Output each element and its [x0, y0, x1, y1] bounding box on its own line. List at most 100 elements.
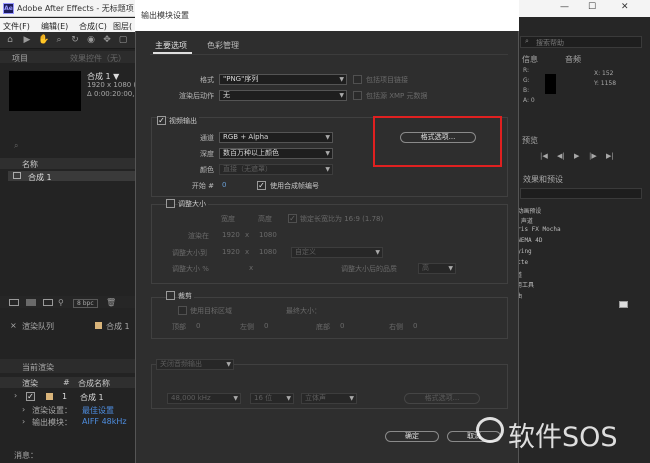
highlight-annotation-box	[373, 116, 502, 167]
menu-file[interactable]: 文件(F)	[3, 21, 30, 32]
menu-edit[interactable]: 编辑(E)	[41, 21, 68, 32]
crop-left-value[interactable]: 0	[264, 322, 268, 330]
resize-checkbox[interactable]	[166, 199, 175, 208]
chevron-down-icon: ▼	[339, 76, 344, 83]
mask-tool-icon[interactable]: ▢	[118, 35, 128, 45]
output-module-link[interactable]: AIFF 48kHz	[82, 417, 127, 426]
audio-bits-dropdown[interactable]: 16 位 ▼	[250, 393, 294, 404]
render-item-checkbox[interactable]: ✓	[26, 392, 35, 401]
play-icon[interactable]: ▶	[574, 152, 579, 160]
watermark-logo-icon	[476, 417, 504, 443]
dialog-title-bar	[135, 0, 519, 31]
project-tab[interactable]: 项目	[12, 53, 28, 64]
interpret-footage-icon[interactable]	[9, 299, 19, 306]
hand-tool-icon[interactable]: ✋	[38, 35, 49, 45]
effects-presets-tab[interactable]: 效果和预设	[523, 174, 563, 185]
crop-bottom-value[interactable]: 0	[340, 322, 344, 330]
color-dropdown[interactable]: 直接（无遮罩） ▼	[219, 164, 333, 175]
effects-search-field[interactable]	[520, 188, 642, 199]
chevron-down-icon: ▼	[233, 395, 238, 402]
menu-layer[interactable]: 图层(	[113, 21, 132, 32]
ok-button[interactable]: 确定	[385, 431, 439, 442]
resize-to-width[interactable]: 1920	[222, 248, 240, 256]
audio-format-options-button[interactable]: 格式选项...	[404, 393, 480, 404]
audio-channels-dropdown[interactable]: 立体声 ▼	[301, 393, 357, 404]
prev-frame-icon[interactable]: ◀|	[557, 152, 565, 160]
next-frame-icon[interactable]: |▶	[589, 152, 597, 160]
post-render-dropdown[interactable]: 无 ▼	[219, 90, 347, 101]
depth-dropdown[interactable]: 数百万种以上颜色 ▼	[219, 148, 333, 159]
color-label: 颜色	[200, 166, 214, 174]
tab-color-management[interactable]: 色彩管理	[207, 40, 239, 51]
help-search-placeholder: 搜索帮助	[536, 39, 564, 47]
crop-top-value[interactable]: 0	[196, 322, 200, 330]
help-search-icon: ⌕	[525, 37, 529, 45]
lock-aspect-checkbox[interactable]: ✓	[288, 214, 297, 223]
comp-thumbnail	[9, 71, 81, 111]
output-module-label: 输出模块：	[32, 418, 72, 427]
comp-name-column-header: 合成名称	[78, 379, 110, 388]
chevron-down-icon: ▼	[286, 395, 291, 402]
tab-main-options[interactable]: 主要选项	[155, 40, 187, 51]
output-module-expand-icon[interactable]: ›	[22, 417, 25, 426]
effect-controls-tab[interactable]: 效果控件（无）	[70, 53, 126, 64]
rotate-tool-icon[interactable]: ↻	[70, 35, 80, 45]
new-composition-icon[interactable]	[43, 299, 53, 306]
zoom-tool-icon[interactable]: ⌕	[54, 35, 64, 45]
home-icon[interactable]: ⌂	[5, 35, 15, 45]
column-name-header[interactable]: 名称	[22, 159, 38, 170]
start-number-label: 开始 #	[191, 182, 214, 190]
include-xmp-checkbox[interactable]	[353, 91, 362, 100]
crop-checkbox[interactable]	[166, 291, 175, 300]
chevron-down-icon: ▼	[325, 134, 330, 141]
expand-arrow-icon[interactable]: ›	[14, 391, 17, 400]
selection-tool-icon[interactable]: ▶	[22, 35, 32, 45]
include-project-link-checkbox[interactable]	[353, 75, 362, 84]
crop-right-value[interactable]: 0	[413, 322, 417, 330]
resize-quality-dropdown[interactable]: 高 ▼	[418, 263, 456, 274]
project-item-name: 合成 1	[28, 173, 52, 182]
pin-icon[interactable]: ⚲	[58, 298, 64, 307]
resize-label: 调整大小	[178, 199, 208, 209]
resize-preset-value: 自定义	[295, 248, 316, 256]
use-roi-checkbox[interactable]	[178, 306, 187, 315]
use-comp-frame-checkbox[interactable]: ✓	[257, 181, 266, 190]
message-label: 消息：	[14, 451, 38, 460]
channels-dropdown[interactable]: RGB + Alpha ▼	[219, 132, 333, 143]
render-queue-comp-tab[interactable]: 合成 1	[106, 321, 130, 332]
crop-left-label: 左侧	[240, 323, 254, 331]
video-output-checkbox[interactable]: ✓	[157, 116, 166, 125]
new-preset-icon[interactable]	[619, 301, 628, 308]
last-frame-icon[interactable]: ▶|	[606, 152, 614, 160]
menu-composition[interactable]: 合成(C)	[79, 21, 107, 32]
bit-depth-button[interactable]: 8 bpc	[73, 299, 98, 308]
render-queue-close-icon[interactable]: ×	[10, 321, 17, 330]
resize-height-header: 高度	[258, 215, 272, 223]
render-settings-link[interactable]: 最佳设置	[82, 405, 114, 416]
format-label: 格式	[200, 76, 214, 84]
preview-tab[interactable]: 预览	[522, 135, 538, 146]
pan-behind-tool-icon[interactable]: ✥	[102, 35, 112, 45]
camera-tool-icon[interactable]: ◉	[86, 35, 96, 45]
resize-to-height[interactable]: 1080	[259, 248, 277, 256]
render-settings-expand-icon[interactable]: ›	[22, 405, 25, 414]
project-search-icon[interactable]: ⌕	[14, 141, 18, 151]
start-number-value[interactable]: 0	[222, 181, 226, 189]
trash-icon[interactable]: 🗑	[106, 298, 116, 307]
audio-rate-dropdown[interactable]: 48,000 kHz ▼	[167, 393, 241, 404]
render-queue-tab[interactable]: 渲染队列	[22, 321, 54, 332]
resize-preset-dropdown[interactable]: 自定义 ▼	[291, 247, 383, 258]
close-window-icon[interactable]: ✕	[621, 2, 629, 12]
resize-quality-label: 调整大小后的品质	[341, 265, 397, 273]
new-folder-icon[interactable]	[26, 299, 36, 306]
info-tab[interactable]: 信息	[522, 54, 538, 65]
maximize-icon[interactable]: ☐	[588, 2, 596, 12]
audio-output-dropdown[interactable]: 关闭音频输出 ▼	[156, 359, 234, 370]
crop-bottom-label: 底部	[316, 323, 330, 331]
minimize-icon[interactable]: —	[560, 2, 569, 12]
resize-to-x: x	[245, 248, 250, 256]
first-frame-icon[interactable]: |◀	[540, 152, 548, 160]
chevron-down-icon: ▼	[339, 92, 344, 99]
format-dropdown[interactable]: "PNG"序列 ▼	[219, 74, 347, 85]
audio-tab[interactable]: 音频	[565, 54, 581, 65]
